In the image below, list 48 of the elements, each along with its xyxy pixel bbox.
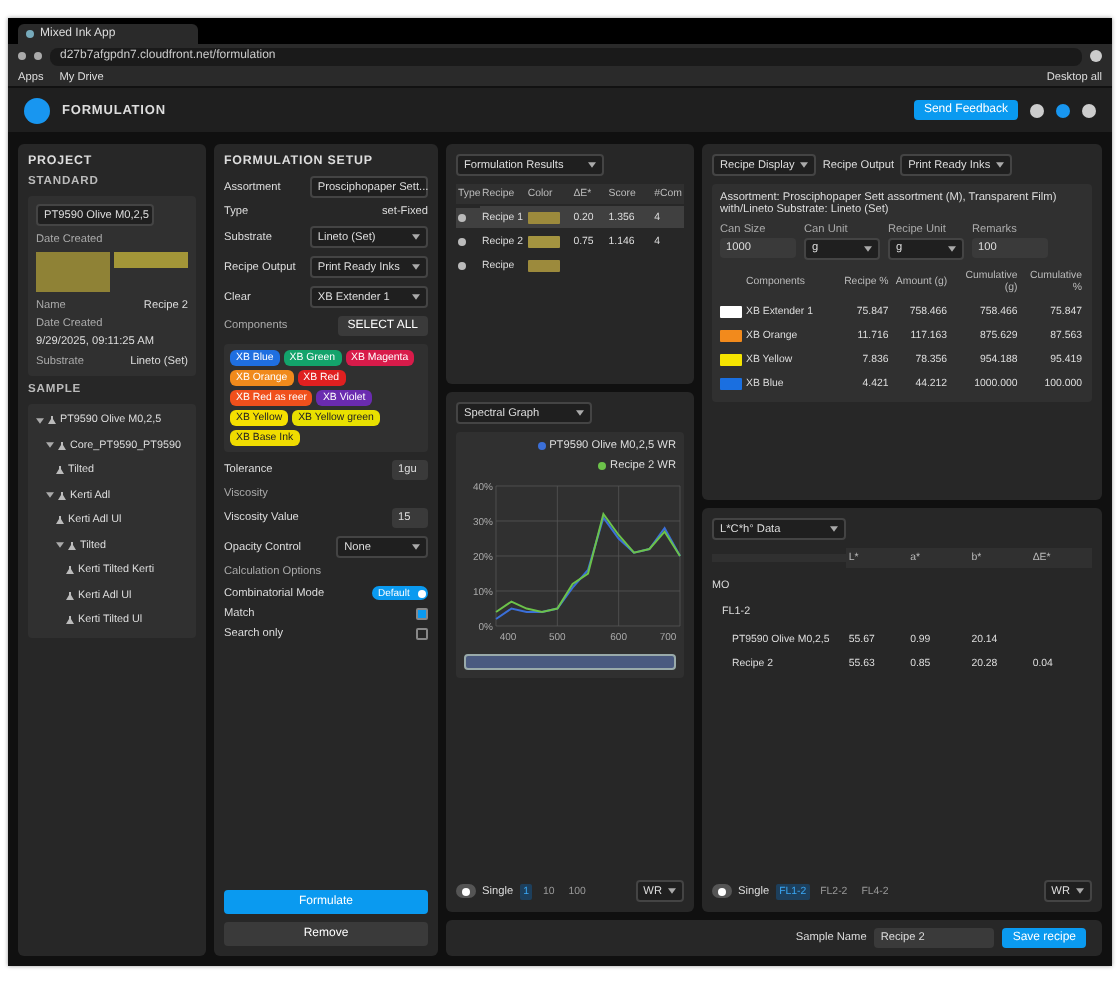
dot-icon	[462, 887, 470, 895]
dot-icon	[598, 461, 607, 469]
dot-icon	[718, 887, 726, 895]
range-navigator[interactable]	[464, 653, 676, 669]
caret-icon	[829, 526, 837, 532]
flask-icon	[66, 566, 74, 574]
dot-icon	[458, 213, 466, 221]
flask-icon	[66, 591, 74, 599]
caret-icon	[864, 245, 872, 251]
caret-icon	[46, 442, 54, 448]
dot-icon	[458, 237, 466, 245]
single-toggle[interactable]	[712, 884, 732, 898]
caret-icon	[412, 544, 420, 550]
flask-icon	[56, 466, 64, 474]
dot-icon	[537, 442, 546, 450]
caret-icon	[46, 492, 54, 498]
caret-icon	[36, 417, 44, 423]
caret-icon	[576, 410, 585, 416]
caret-icon	[668, 888, 676, 894]
flask-icon	[56, 516, 64, 524]
logo-icon	[24, 97, 50, 123]
single-toggle[interactable]	[456, 884, 476, 898]
dot-icon	[418, 589, 426, 597]
caret-icon	[996, 162, 1005, 168]
dot-icon	[1056, 103, 1070, 117]
dot-icon	[1082, 103, 1096, 117]
dot-icon	[1090, 50, 1102, 62]
caret-icon	[948, 245, 956, 251]
caret-icon	[412, 234, 420, 240]
flask-icon	[58, 491, 66, 499]
flask-icon	[58, 441, 66, 449]
dot-icon	[26, 30, 34, 38]
caret-icon	[1076, 888, 1084, 894]
flask-icon	[66, 616, 74, 624]
table-row-marker[interactable]	[456, 207, 480, 227]
dot-icon	[458, 261, 466, 269]
caret-icon	[800, 162, 809, 168]
caret-icon	[412, 264, 420, 270]
dot-icon	[18, 52, 26, 60]
caret-icon	[412, 294, 420, 300]
caret-icon	[56, 542, 64, 548]
dot-icon	[34, 52, 42, 60]
checkbox[interactable]	[416, 628, 428, 640]
dot-icon	[1030, 103, 1044, 117]
flask-icon	[48, 416, 56, 424]
checkbox[interactable]	[416, 608, 428, 620]
flask-icon	[68, 541, 76, 549]
caret-icon	[588, 162, 597, 168]
